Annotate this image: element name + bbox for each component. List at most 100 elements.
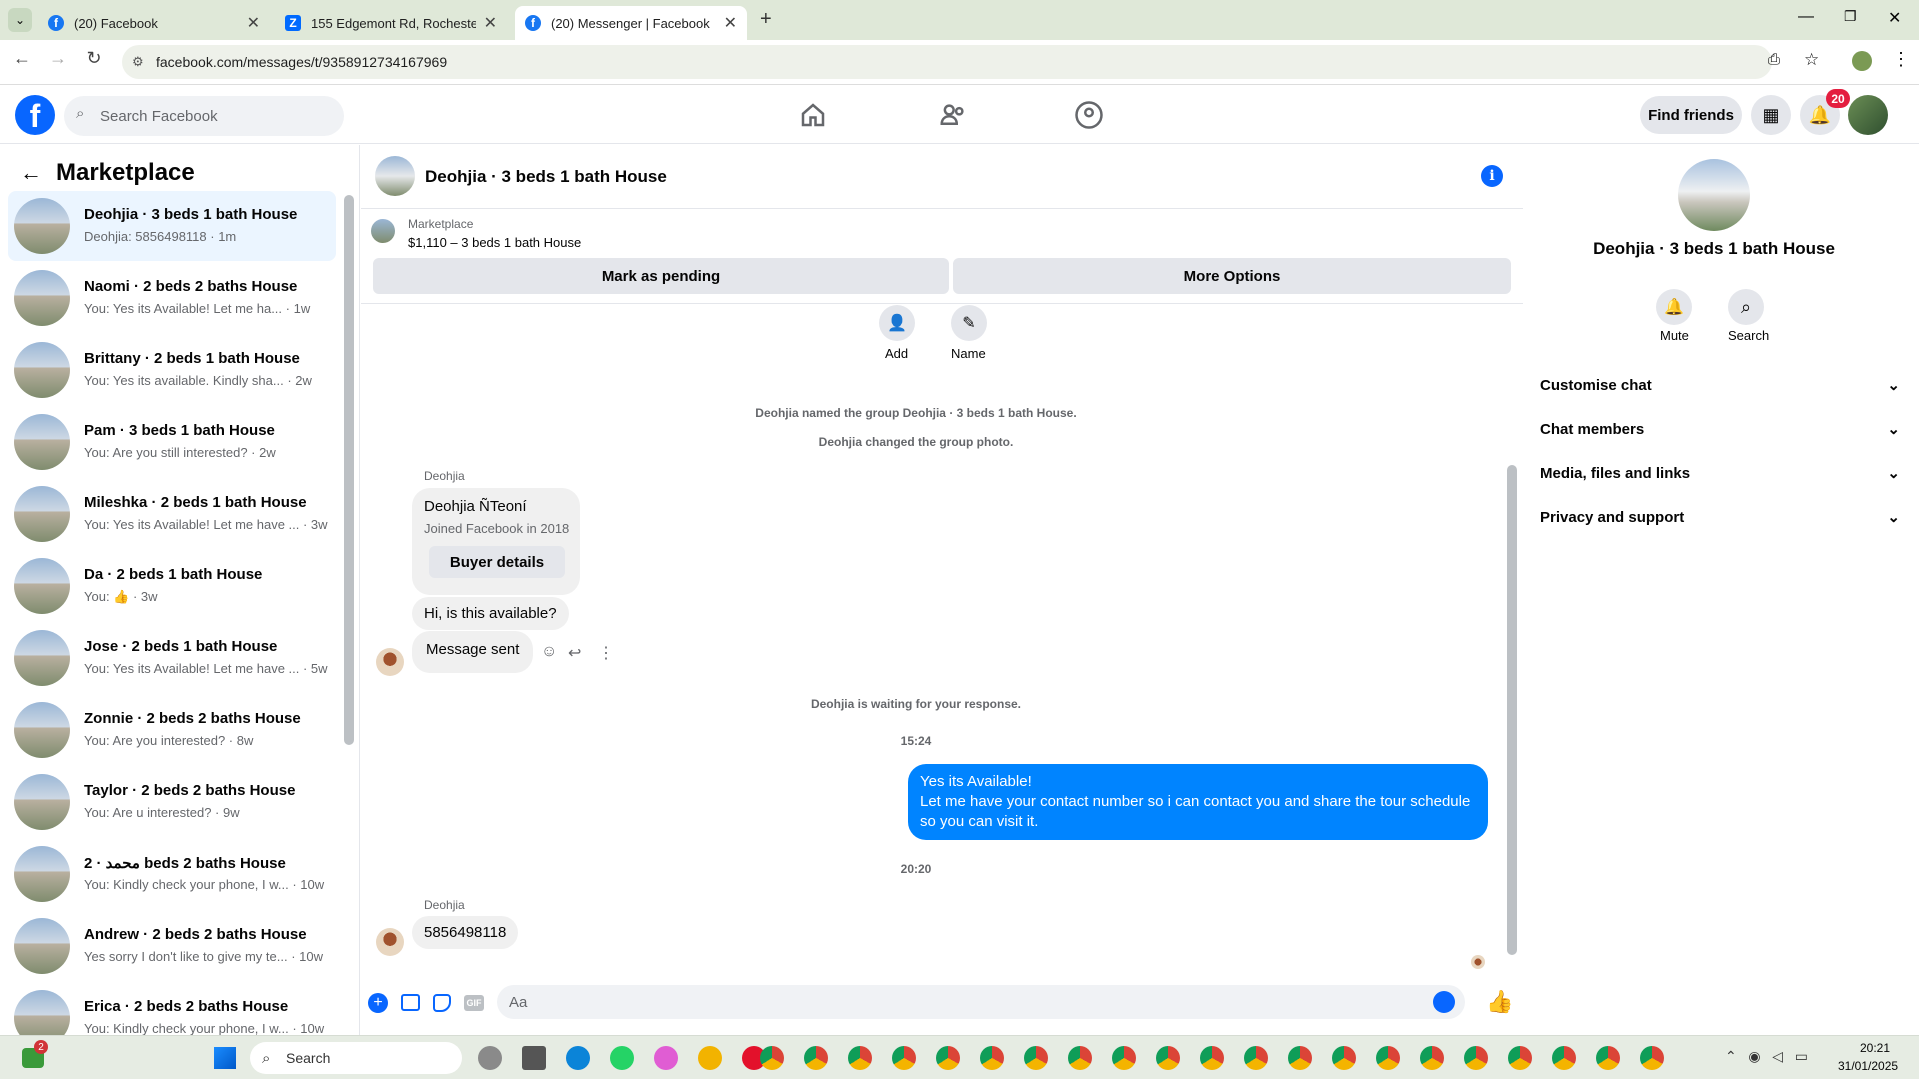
chrome-icon[interactable] bbox=[1112, 1046, 1136, 1070]
more-options-button[interactable]: More Options bbox=[953, 258, 1511, 294]
tab-messenger[interactable]: f (20) Messenger | Facebook ✕ bbox=[515, 6, 747, 40]
chrome-icon[interactable] bbox=[1596, 1046, 1620, 1070]
chrome-icon[interactable] bbox=[1508, 1046, 1532, 1070]
customise-chat-item[interactable]: Customise chat ⌄ bbox=[1540, 367, 1900, 403]
chrome-icon[interactable] bbox=[1420, 1046, 1444, 1070]
emoji-icon[interactable] bbox=[1433, 991, 1455, 1013]
info-icon[interactable]: i bbox=[1481, 165, 1503, 187]
chat-members-item[interactable]: Chat members ⌄ bbox=[1540, 411, 1900, 447]
chrome-icon[interactable] bbox=[804, 1046, 828, 1070]
buyer-details-button[interactable]: Buyer details bbox=[429, 546, 565, 578]
restore-button[interactable]: ❐ bbox=[1844, 8, 1857, 25]
conversation-item[interactable]: Brittany · 2 beds 1 bath House You: Yes i… bbox=[8, 335, 336, 405]
tray-icons[interactable]: ⌃ ◉ ◁ ▭ bbox=[1725, 1048, 1808, 1065]
clock-date[interactable]: 31/01/2025 bbox=[1838, 1059, 1898, 1073]
back-arrow-icon[interactable]: ← bbox=[20, 160, 42, 186]
chrome-icon[interactable] bbox=[1552, 1046, 1576, 1070]
close-icon[interactable]: ✕ bbox=[484, 13, 497, 33]
close-icon[interactable]: ✕ bbox=[247, 13, 260, 33]
friends-icon[interactable] bbox=[938, 100, 968, 130]
chrome-icon[interactable] bbox=[1376, 1046, 1400, 1070]
chrome-icon[interactable] bbox=[1200, 1046, 1224, 1070]
listing-thumb[interactable] bbox=[371, 219, 395, 243]
edit-name-button[interactable]: ✎ bbox=[951, 305, 987, 341]
new-tab-button[interactable]: + bbox=[760, 8, 772, 31]
mark-pending-button[interactable]: Mark as pending bbox=[373, 258, 949, 294]
conversation-item[interactable]: Taylor · 2 beds 2 baths House You: Are u … bbox=[8, 767, 336, 837]
close-window-button[interactable]: ✕ bbox=[1888, 8, 1901, 28]
conversation-item[interactable]: Zonnie · 2 beds 2 baths House You: Are yo… bbox=[8, 695, 336, 765]
facebook-search-input[interactable]: ⌕ Search Facebook bbox=[64, 96, 344, 136]
plus-icon[interactable]: + bbox=[368, 993, 388, 1013]
chrome-icon[interactable] bbox=[848, 1046, 872, 1070]
listing-desc[interactable]: $1,110 – 3 beds 1 bath House bbox=[408, 235, 581, 250]
react-icon[interactable]: ☺ bbox=[541, 643, 557, 661]
sender-avatar[interactable] bbox=[376, 928, 404, 956]
clock-time[interactable]: 20:21 bbox=[1860, 1041, 1890, 1055]
add-member-button[interactable]: 👤 bbox=[879, 305, 915, 341]
reply-icon[interactable]: ↩ bbox=[568, 643, 581, 663]
like-icon[interactable]: 👍 bbox=[1486, 989, 1513, 1015]
message-bubble[interactable]: Hi, is this available? bbox=[412, 597, 569, 630]
media-files-item[interactable]: Media, files and links ⌄ bbox=[1540, 455, 1900, 491]
menu-icon[interactable]: ⋮ bbox=[1892, 49, 1910, 70]
photo-icon[interactable] bbox=[401, 994, 420, 1011]
home-icon[interactable] bbox=[798, 100, 828, 130]
install-icon[interactable]: ⎙ bbox=[1768, 51, 1780, 68]
chrome-icon[interactable] bbox=[1156, 1046, 1180, 1070]
groups-icon[interactable] bbox=[1074, 100, 1104, 130]
conversation-item[interactable]: Da · 2 beds 1 bath House You: 👍 · 3w bbox=[8, 551, 336, 621]
chrome-icon[interactable] bbox=[1068, 1046, 1092, 1070]
edge-icon[interactable] bbox=[566, 1046, 590, 1070]
message-input[interactable]: Aa bbox=[497, 985, 1465, 1019]
file-explorer-icon[interactable] bbox=[522, 1046, 546, 1070]
back-icon[interactable]: ← bbox=[10, 48, 34, 69]
tab-search-icon[interactable]: ⌄ bbox=[8, 8, 32, 32]
chrome-icon[interactable] bbox=[760, 1046, 784, 1070]
chrome-icon[interactable] bbox=[1288, 1046, 1312, 1070]
copilot-app-icon[interactable] bbox=[654, 1046, 678, 1070]
whatsapp-icon[interactable] bbox=[610, 1046, 634, 1070]
group-photo[interactable] bbox=[1678, 159, 1750, 231]
chat-title[interactable]: Deohjia · 3 beds 1 bath House bbox=[425, 167, 667, 187]
conversation-item[interactable]: Mileshka · 2 beds 1 bath House You: Yes i… bbox=[8, 479, 336, 549]
taskbar-search[interactable]: ⌕ Search bbox=[250, 1042, 462, 1074]
chrome-icon[interactable] bbox=[1464, 1046, 1488, 1070]
site-info-icon[interactable]: ⚙ bbox=[132, 54, 144, 70]
url-field[interactable]: ⚙ facebook.com/messages/t/93589127341679… bbox=[122, 45, 1772, 79]
chrome-icon[interactable] bbox=[1640, 1046, 1664, 1070]
reload-icon[interactable]: ↻ bbox=[82, 48, 106, 69]
my-message-bubble[interactable]: Yes its Available! Let me have your cont… bbox=[908, 764, 1488, 840]
more-icon[interactable]: ⋮ bbox=[598, 643, 614, 663]
privacy-support-item[interactable]: Privacy and support ⌄ bbox=[1540, 499, 1900, 535]
scrollbar[interactable] bbox=[344, 195, 354, 745]
message-bubble[interactable]: Message sent bbox=[412, 631, 534, 673]
search-button[interactable]: ⌕ bbox=[1728, 289, 1764, 325]
chrome-icon[interactable] bbox=[1332, 1046, 1356, 1070]
conversation-item[interactable]: Andrew · 2 beds 2 baths House Yes sorry I… bbox=[8, 911, 336, 981]
profile-icon[interactable] bbox=[1852, 51, 1872, 71]
tab-zillow[interactable]: Z 155 Edgemont Rd, Rochester, N ✕ bbox=[275, 6, 507, 40]
chat-scrollbar[interactable] bbox=[1507, 465, 1517, 955]
conversation-item[interactable]: Pam · 3 beds 1 bath House You: Are you st… bbox=[8, 407, 336, 477]
sticker-icon[interactable] bbox=[433, 994, 451, 1012]
conversation-item[interactable]: Naomi · 2 beds 2 baths House You: Yes its… bbox=[8, 263, 336, 333]
copilot-icon[interactable] bbox=[478, 1046, 502, 1070]
chrome-icon[interactable] bbox=[892, 1046, 916, 1070]
gif-icon[interactable]: GIF bbox=[464, 995, 484, 1011]
chat-avatar[interactable] bbox=[375, 156, 415, 196]
mute-button[interactable]: 🔔 bbox=[1656, 289, 1692, 325]
start-icon[interactable] bbox=[214, 1047, 236, 1069]
sender-avatar[interactable] bbox=[376, 648, 404, 676]
conversation-item[interactable]: محمد · 2 beds 2 baths House You: Kindly c… bbox=[8, 839, 336, 909]
forward-icon[interactable]: → bbox=[46, 48, 70, 69]
message-bubble[interactable]: 5856498118 bbox=[412, 916, 519, 949]
chrome-icon[interactable] bbox=[980, 1046, 1004, 1070]
chrome-icon[interactable] bbox=[1024, 1046, 1048, 1070]
account-avatar[interactable] bbox=[1848, 95, 1888, 135]
conversation-item[interactable]: Deohjia · 3 beds 1 bath House Deohjia: 58… bbox=[8, 191, 336, 261]
chrome-icon[interactable] bbox=[936, 1046, 960, 1070]
conversation-item[interactable]: Jose · 2 beds 1 bath House You: Yes its A… bbox=[8, 623, 336, 693]
chrome-icon[interactable] bbox=[1244, 1046, 1268, 1070]
facebook-logo[interactable]: f bbox=[15, 95, 55, 135]
